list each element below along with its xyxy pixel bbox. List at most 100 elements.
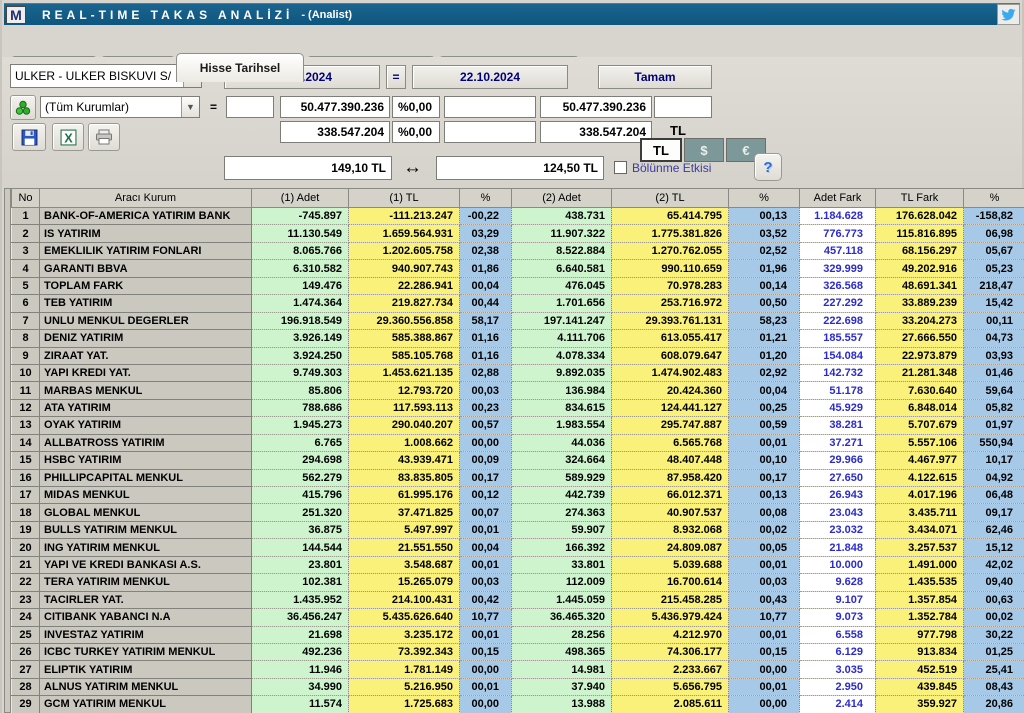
chevron-down-icon[interactable]: ▼ [181,97,199,117]
table-row[interactable]: 23 TACIRLER YAT. 1.435.952 214.100.431 00,42… [11,590,1024,610]
table-row[interactable]: 27 ELIPTIK YATIRIM 11.946 1.781.149 00,00 14.… [11,660,1024,679]
table-row[interactable]: 29 GCM YATIRIM MENKUL 11.574 1.725.683 00,00… [11,695,1024,713]
table-row[interactable]: 17 MIDAS MENKUL 415.796 61.995.176 00,12 442.… [11,485,1024,505]
table-row[interactable]: 18 GLOBAL MENKUL 251.320 37.471.825 00,07 274… [11,503,1024,522]
cell: 4.212.970 [611,626,729,644]
cell: 3.926.149 [251,329,349,348]
table-row[interactable]: 14 ALLBATROSS YATIRIM 6.765 1.008.662 00,00 4… [11,433,1024,453]
table-row[interactable]: 7 UNLU MENKUL DEGERLER 196.918.549 29.360.5… [11,311,1024,331]
cell: 8.065.766 [251,242,349,261]
table-row[interactable]: 16 PHILLIPCAPITAL MENKUL 562.279 83.835.805… [11,468,1024,488]
qty-value-1[interactable] [280,96,390,118]
table-row[interactable]: 28 ALNUS YATIRIM MENKUL 34.990 5.216.950 00,… [11,677,1024,697]
row-number: 4 [11,259,40,278]
cell: 25,41 [963,660,1024,679]
col-header-8[interactable]: Adet Fark [799,188,876,208]
cell: 788.686 [251,399,349,418]
print-button[interactable] [88,123,120,151]
date-to-button[interactable]: 22.10.2024 [412,65,568,89]
table-row[interactable]: 24 CITIBANK YABANCI N.A 36.456.247 5.435.62… [11,608,1024,627]
cell: 00,12 [459,486,512,505]
stock-select[interactable]: ULKER - ULKER BISKUVI S/ ▼ [10,64,202,88]
excel-export-button[interactable]: X [52,123,84,151]
cell: 476.045 [511,277,612,296]
col-header-1[interactable]: Aracı Kurum [39,188,252,208]
cell: 51.178 [799,381,876,400]
col-header-7[interactable]: % [728,188,800,208]
lot-pct[interactable] [392,121,440,143]
broker-filter-select[interactable]: (Tüm Kurumlar) ▼ [40,96,200,118]
qty-value-2[interactable] [540,96,652,118]
cell: 1.435.535 [875,573,964,592]
col-header-2[interactable]: (1) Adet [251,188,349,208]
cell: 1.453.621.135 [348,364,460,383]
qty-pct[interactable] [392,96,440,118]
cell: 01,16 [459,347,512,365]
qty-input-mid[interactable] [444,96,536,118]
table-row[interactable]: 21 YAPI VE KREDI BANKASI A.S. 23.801 3.548.… [11,555,1024,575]
cell: 00,04 [459,538,512,557]
twitter-icon[interactable] [997,4,1020,25]
row-number: 17 [11,485,40,505]
broker-name: EMEKLILIK YATIRIM FONLARI [39,241,252,261]
table-row[interactable]: 13 OYAK YATIRIM 1.945.273 290.040.207 00,57 1… [11,416,1024,435]
currency-tl-button[interactable]: TL [640,138,682,162]
cell: 83.835.805 [348,469,460,488]
tab-hisse-tarihsel[interactable]: Hisse Tarihsel [176,53,304,82]
cell: 00,42 [459,591,512,610]
table-row[interactable]: 19 BULLS YATIRIM MENKUL 36.875 5.497.997 00,… [11,520,1024,540]
col-header-5[interactable]: (2) Adet [511,188,612,208]
lot-input-mid[interactable] [444,121,536,143]
cell: 251.320 [251,503,349,522]
table-row[interactable]: 20 ING YATIRIM MENKUL 144.544 21.551.550 00,… [11,538,1024,557]
table-row[interactable]: 1 BANK-OF-AMERICA YATIRIM BANK -745.897 -11… [11,206,1024,226]
col-header-9[interactable]: TL Fark [875,188,964,208]
save-button[interactable] [12,123,46,151]
col-header-3[interactable]: (1) TL [348,188,460,208]
cell: 8.522.884 [511,242,612,261]
ok-button[interactable]: Tamam [598,65,712,89]
currency-usd-button[interactable]: $ [684,138,724,162]
table-row[interactable]: 4 GARANTI BBVA 6.310.582 940.907.743 01,86 6.… [11,259,1024,278]
cell: 62,46 [963,521,1024,540]
table-row[interactable]: 8 DENIZ YATIRIM 3.926.149 585.388.867 01,16 4… [11,329,1024,348]
row-number: 15 [11,451,40,470]
qty-input-tail[interactable] [654,96,712,118]
table-row[interactable]: 10 YAPI KREDI YAT. 9.749.303 1.453.621.135 0… [11,363,1024,383]
col-header-4[interactable]: % [459,188,512,208]
date-equals-button[interactable]: = [386,65,406,89]
table-row[interactable]: 26 ICBC TURKEY YATIRIM MENKUL 492.236 73.39… [11,642,1024,662]
table-row[interactable]: 6 TEB YATIRIM 1.474.364 219.827.734 00,44 1.7… [11,294,1024,313]
col-header-10[interactable]: % [963,188,1024,208]
table-row[interactable]: 15 HSBC YATIRIM 294.698 43.939.471 00,09 324.… [11,451,1024,470]
cell: 00,13 [728,207,800,226]
split-effect-checkbox[interactable] [614,161,627,174]
price-to-input[interactable] [436,156,604,180]
cell: 00,01 [459,521,512,540]
lot-value-2[interactable] [540,121,652,143]
table-row[interactable]: 2 IS YATIRIM 11.130.549 1.659.564.931 03,29 1… [11,224,1024,243]
cell: 00,23 [459,399,512,418]
table-row[interactable]: 11 MARBAS MENKUL 85.806 12.793.720 00,03 136.… [11,381,1024,400]
table-row[interactable]: 5 TOPLAM FARK 149.476 22.286.941 00,04 476.04… [11,276,1024,296]
col-header-0[interactable]: No [11,188,40,208]
table-row[interactable]: 25 INVESTAZ YATIRIM 21.698 3.235.172 00,01 28… [11,625,1024,644]
cell: 15,42 [963,294,1024,313]
cell: 23.032 [799,521,876,540]
cell: 00,01 [728,434,800,453]
table-row[interactable]: 3 EMEKLILIK YATIRIM FONLARI 8.065.766 1.202… [11,241,1024,261]
cell: 00,50 [728,294,800,313]
help-button[interactable]: ? [754,153,782,181]
broker-name: UNLU MENKUL DEGERLER [39,311,252,331]
lot-value-1[interactable] [280,121,390,143]
qty-input-small[interactable] [226,96,274,118]
table-row[interactable]: 9 ZIRAAT YAT. 3.924.250 585.105.768 01,16 4.0… [11,346,1024,365]
price-from-input[interactable] [224,156,392,180]
table-row[interactable]: 22 TERA YATIRIM MENKUL 102.381 15.265.079 00… [11,573,1024,592]
table-row[interactable]: 12 ATA YATIRIM 788.686 117.593.113 00,23 834.… [11,398,1024,418]
col-header-6[interactable]: (2) TL [611,188,729,208]
cell: 66.012.371 [611,486,729,505]
cell: 20.424.360 [611,381,729,400]
import-button[interactable] [10,95,36,120]
cell: 550,94 [963,434,1024,453]
